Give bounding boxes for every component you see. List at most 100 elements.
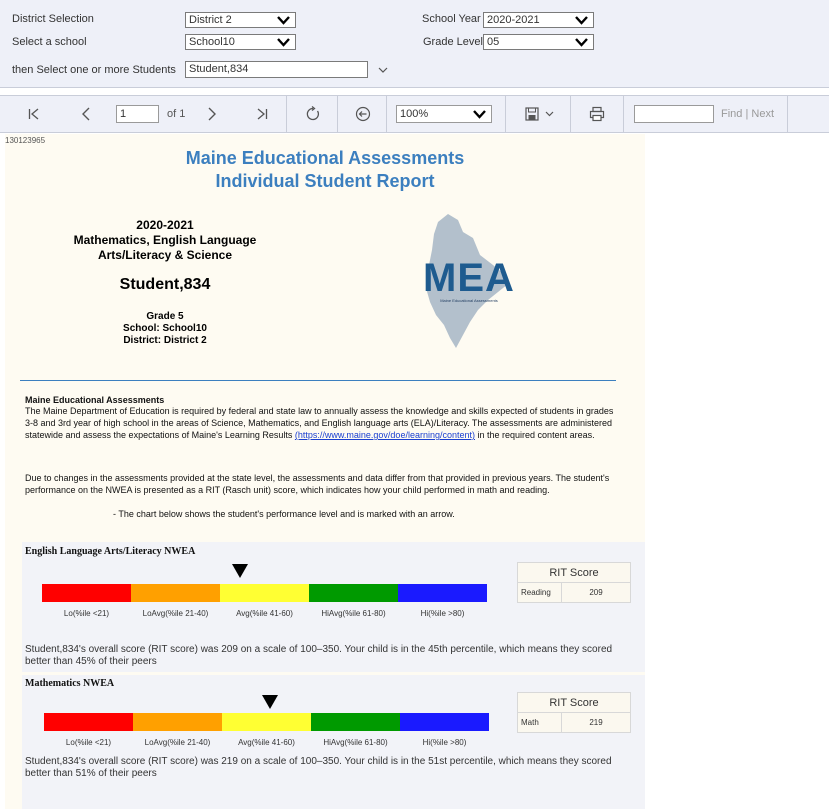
toolbar-divider (623, 96, 624, 132)
math-band-label-avg: Avg(%ile 41-60) (238, 738, 295, 747)
toolbar-divider (286, 96, 287, 132)
toolbar-divider (505, 96, 506, 132)
zoom-select-value: 100% (400, 108, 429, 120)
mea-logo-subtext: Maine Educational Assessments (440, 298, 498, 303)
page-count-label: of 1 (167, 108, 186, 120)
ela-percentile-arrow (232, 564, 248, 578)
ela-summary: Student,834's overall score (RIT score) … (25, 644, 613, 667)
find-separator: | (745, 108, 749, 120)
district-select-value: District 2 (189, 14, 232, 26)
district-label: District Selection (12, 13, 94, 25)
chevron-down-icon (575, 16, 588, 25)
math-percentile-arrow (262, 695, 278, 709)
year-select[interactable]: 2020-2021 (483, 12, 594, 28)
math-summary: Student,834's overall score (RIT score) … (25, 756, 612, 779)
ela-band-hi (398, 584, 487, 602)
grade-select-value: 05 (487, 36, 500, 48)
ela-band-label-avg: Avg(%ile 41-60) (236, 609, 293, 618)
students-dropdown-chevron-icon[interactable] (378, 67, 388, 74)
math-rit-score-table: RIT Score Math 219 (517, 692, 631, 733)
school-select[interactable]: School10 (185, 34, 296, 50)
students-label: then Select one or more Students (12, 64, 176, 76)
math-band-avg (222, 713, 311, 731)
ela-rit-subject: Reading (518, 583, 562, 602)
refresh-icon (306, 106, 319, 121)
students-select[interactable]: Student,834 (185, 61, 368, 78)
math-band-label-hi: Hi(%ile >80) (422, 738, 467, 747)
report-subjects-line-2: Arts/Literacy & Science (97, 248, 233, 262)
report-title-line-1: Maine Educational Assessments (185, 148, 465, 168)
page-number-input[interactable]: 1 (116, 105, 159, 123)
back-arrow-circle-icon (355, 106, 371, 122)
ela-rit-row: Reading 209 (518, 583, 630, 602)
printer-icon (589, 106, 605, 122)
ela-band-avg (220, 584, 309, 602)
previous-page-button[interactable] (74, 96, 98, 132)
intro-bullet: - The chart below shows the student's pe… (113, 509, 455, 519)
intro-paragraph-1: The Maine Department of Education is req… (25, 405, 615, 441)
student-school: School: School10 (123, 323, 207, 334)
toolbar-divider (386, 96, 387, 132)
math-rit-value: 219 (589, 718, 603, 727)
chevron-down-icon (277, 38, 290, 47)
last-page-icon (257, 108, 268, 120)
report-id: 130123965 (5, 136, 46, 145)
find-text-input[interactable] (634, 105, 714, 123)
doe-content-link[interactable]: (https://www.maine.gov/doe/learning/cont… (295, 430, 475, 440)
math-section-title: Mathematics NWEA (25, 678, 115, 689)
intro-paragraph-2: Due to changes in the assessments provid… (25, 473, 610, 495)
year-label: School Year (422, 13, 481, 25)
report-toolbar: 1 of 1 100% Find | Next (0, 95, 829, 133)
next-link[interactable]: Next (751, 108, 774, 120)
year-select-value: 2020-2021 (487, 14, 540, 26)
find-link[interactable]: Find (721, 108, 742, 120)
chevron-right-icon (208, 107, 216, 121)
ela-section-title: English Language Arts/Literacy NWEA (25, 546, 196, 557)
report-year: 2020-2021 (136, 218, 194, 232)
ela-band-loavg (131, 584, 220, 602)
ela-section: English Language Arts/Literacy NWEA Lo(%… (22, 542, 645, 672)
mea-logo-text: MEA (423, 256, 515, 300)
school-select-value: School10 (189, 36, 235, 48)
intro-paragraph-1-end: in the required content areas. (477, 430, 595, 440)
first-page-button[interactable] (22, 96, 46, 132)
section-divider (20, 380, 616, 381)
back-to-parent-button[interactable] (350, 96, 376, 132)
grade-label: Grade Level (423, 36, 483, 48)
ela-rit-value: 209 (589, 588, 603, 597)
ela-band-label-loavg: LoAvg(%ile 21-40) (142, 609, 209, 618)
math-band-label-lo: Lo(%ile <21) (65, 738, 112, 747)
zoom-select[interactable]: 100% (396, 105, 492, 123)
school-label: Select a school (12, 36, 87, 48)
students-select-value: Student,834 (189, 63, 249, 75)
report-viewport: 130123965 Maine Educational Assessments … (0, 134, 829, 809)
ela-rit-header: RIT Score (518, 563, 630, 583)
math-band-hi (400, 713, 489, 731)
refresh-button[interactable] (300, 96, 326, 132)
chevron-down-icon (575, 38, 588, 47)
grade-select[interactable]: 05 (483, 34, 594, 50)
report-title-line-2: Individual Student Report (215, 171, 435, 191)
math-rit-subject: Math (518, 713, 562, 732)
ela-band-lo (42, 584, 131, 602)
save-disk-icon (524, 107, 539, 121)
math-rit-header: RIT Score (518, 693, 630, 713)
ela-band-label-lo: Lo(%ile <21) (63, 609, 110, 618)
last-page-button[interactable] (250, 96, 274, 132)
toolbar-divider (570, 96, 571, 132)
math-band-hiavg (311, 713, 400, 731)
toolbar-divider (337, 96, 338, 132)
ela-band-label-hi: Hi(%ile >80) (420, 609, 465, 618)
ela-band-label-hiavg: HiAvg(%ile 61-80) (321, 609, 386, 618)
ela-rit-score-table: RIT Score Reading 209 (517, 562, 631, 603)
chevron-left-icon (82, 107, 90, 121)
print-button[interactable] (584, 96, 610, 132)
first-page-icon (28, 108, 39, 120)
find-controls: Find | Next (721, 108, 774, 120)
ela-band-hiavg (309, 584, 398, 602)
math-band-lo (44, 713, 133, 731)
next-page-button[interactable] (200, 96, 224, 132)
district-select[interactable]: District 2 (185, 12, 296, 28)
chevron-down-icon (545, 111, 553, 117)
export-button[interactable] (520, 96, 558, 132)
